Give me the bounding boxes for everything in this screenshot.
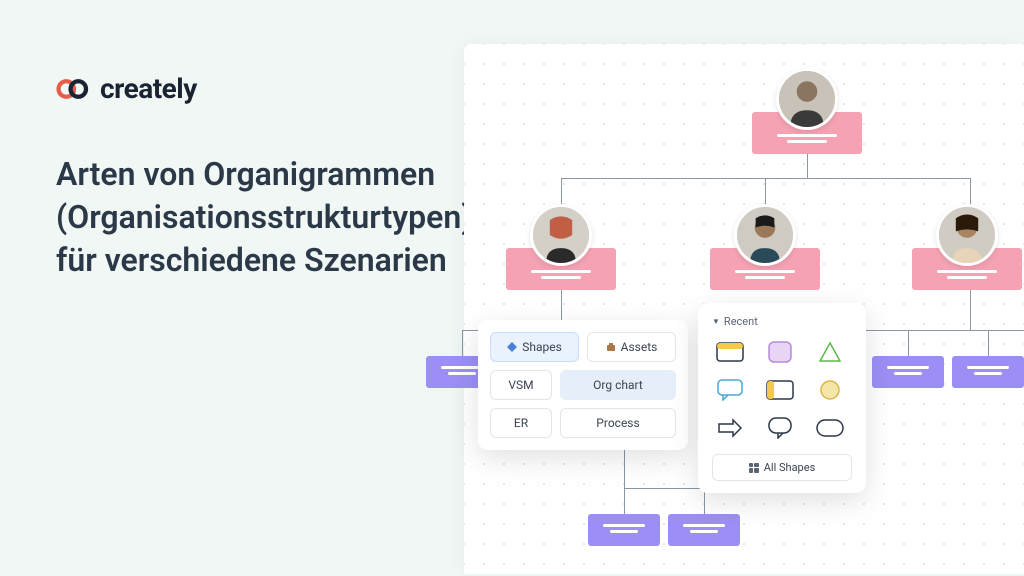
page-heading: Arten von Organigrammen (Organisationsst… bbox=[56, 153, 456, 283]
shape-arrow-icon[interactable] bbox=[712, 414, 748, 442]
tab-label: Shapes bbox=[522, 340, 562, 354]
shape-side-header-box-icon[interactable] bbox=[762, 376, 798, 404]
briefcase-icon bbox=[606, 342, 616, 352]
connector bbox=[988, 330, 989, 356]
shape-header-box-icon[interactable] bbox=[712, 338, 748, 366]
org-node[interactable] bbox=[912, 204, 1022, 290]
org-card bbox=[668, 514, 740, 546]
connector bbox=[462, 330, 463, 356]
diamond-icon bbox=[507, 342, 517, 352]
connector bbox=[624, 488, 625, 514]
org-node-leaf[interactable] bbox=[588, 514, 660, 546]
diagram-canvas[interactable]: Shapes Assets VSM Org chart ER Process R… bbox=[464, 44, 1024, 574]
connector bbox=[970, 290, 971, 330]
tab-label: Assets bbox=[621, 340, 658, 354]
all-shapes-label: All Shapes bbox=[764, 461, 816, 474]
connector bbox=[807, 152, 808, 178]
connector bbox=[561, 178, 971, 179]
connector bbox=[908, 330, 909, 356]
org-node[interactable] bbox=[710, 204, 820, 290]
org-node-leaf[interactable] bbox=[872, 356, 944, 388]
shape-grid bbox=[712, 338, 852, 442]
org-node-root[interactable] bbox=[752, 68, 862, 154]
all-shapes-button[interactable]: All Shapes bbox=[712, 454, 852, 481]
org-node-leaf[interactable] bbox=[952, 356, 1024, 388]
avatar bbox=[530, 204, 592, 266]
org-node-leaf[interactable] bbox=[668, 514, 740, 546]
category-er[interactable]: ER bbox=[490, 408, 552, 438]
category-label: Org chart bbox=[593, 378, 643, 392]
category-label: ER bbox=[514, 416, 528, 430]
grid-icon bbox=[749, 463, 759, 473]
category-label: Process bbox=[596, 416, 639, 430]
avatar bbox=[734, 204, 796, 266]
org-card bbox=[952, 356, 1024, 388]
org-card bbox=[872, 356, 944, 388]
avatar bbox=[936, 204, 998, 266]
shape-categories-panel: Shapes Assets VSM Org chart ER Process bbox=[478, 320, 688, 450]
shape-pill-icon[interactable] bbox=[812, 414, 848, 442]
shape-triangle-icon[interactable] bbox=[812, 338, 848, 366]
brand-name: creately bbox=[100, 72, 197, 105]
org-card bbox=[588, 514, 660, 546]
shape-rounded-rect-icon[interactable] bbox=[762, 338, 798, 366]
brand-logo: creately bbox=[56, 72, 456, 105]
creately-logo-icon bbox=[56, 75, 92, 103]
avatar bbox=[776, 68, 838, 130]
tab-shapes[interactable]: Shapes bbox=[490, 332, 579, 362]
shape-chat-bubble-icon[interactable] bbox=[762, 414, 798, 442]
category-label: VSM bbox=[508, 378, 533, 392]
org-node[interactable] bbox=[506, 204, 616, 290]
recent-shapes-panel: Recent All Shapes bbox=[698, 303, 866, 493]
category-org-chart[interactable]: Org chart bbox=[560, 370, 676, 400]
category-vsm[interactable]: VSM bbox=[490, 370, 552, 400]
category-process[interactable]: Process bbox=[560, 408, 676, 438]
recent-label[interactable]: Recent bbox=[712, 315, 852, 328]
tab-assets[interactable]: Assets bbox=[587, 332, 676, 362]
shape-circle-icon[interactable] bbox=[812, 376, 848, 404]
shape-speech-bubble-icon[interactable] bbox=[712, 376, 748, 404]
